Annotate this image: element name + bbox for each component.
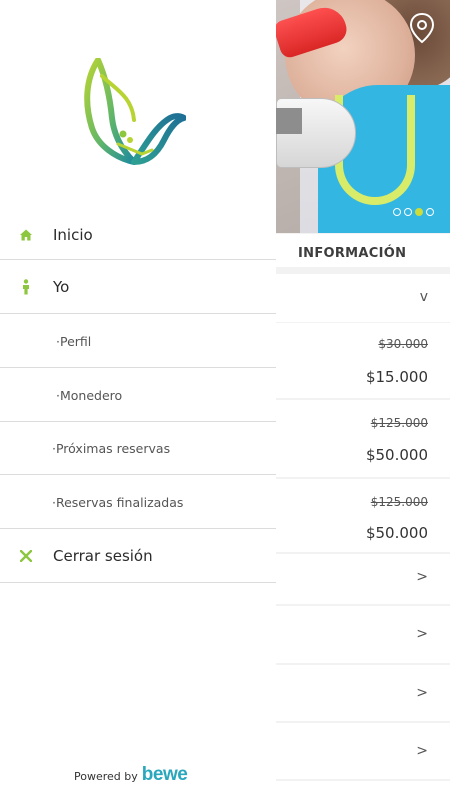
- link-row[interactable]: >: [276, 665, 450, 721]
- menu-label: ·Próximas reservas: [52, 441, 171, 456]
- offer-card[interactable]: $125.000 $50.000: [276, 479, 450, 552]
- old-price: $125.000: [370, 495, 428, 509]
- menu-item-monedero[interactable]: ·Monedero: [0, 369, 276, 422]
- chevron-down-icon[interactable]: v: [420, 289, 428, 305]
- home-icon: [18, 227, 34, 243]
- info-collapse-row[interactable]: v: [276, 274, 450, 322]
- chevron-right-icon[interactable]: >: [416, 626, 428, 642]
- menu-label: ·Perfil: [56, 333, 92, 349]
- carousel-dot[interactable]: [426, 208, 434, 216]
- new-price: $50.000: [365, 524, 428, 542]
- menu-item-proximas-reservas[interactable]: ·Próximas reservas: [0, 423, 276, 475]
- link-row[interactable]: >: [276, 723, 450, 779]
- powered-by-text: Powered by: [74, 770, 138, 783]
- offer-card[interactable]: $30.000 $15.000: [276, 323, 450, 398]
- carousel-indicator[interactable]: [393, 208, 434, 216]
- menu-label: Cerrar sesión: [53, 547, 153, 565]
- old-price: $125.000: [370, 416, 428, 430]
- bewe-logo[interactable]: bewe: [142, 764, 188, 786]
- link-row[interactable]: >: [276, 554, 450, 604]
- navigation-drawer: Inicio Yo ·Perfil ·Monedero ·Próximas re…: [0, 0, 276, 800]
- chevron-right-icon[interactable]: >: [416, 743, 428, 759]
- person-icon: [18, 279, 34, 295]
- link-row[interactable]: [276, 781, 450, 800]
- menu-item-inicio[interactable]: Inicio: [0, 211, 276, 260]
- menu-item-yo[interactable]: Yo: [0, 261, 276, 314]
- menu-item-cerrar-sesion[interactable]: Cerrar sesión: [0, 530, 276, 583]
- menu-item-reservas-finalizadas[interactable]: ·Reservas finalizadas: [0, 476, 276, 529]
- old-price: $30.000: [378, 337, 428, 351]
- new-price: $15.000: [365, 368, 428, 386]
- menu-item-perfil[interactable]: ·Perfil: [0, 315, 276, 368]
- menu-label: ·Reservas finalizadas: [52, 494, 184, 510]
- info-section-title: INFORMACIÓN: [298, 246, 407, 261]
- menu-label: Inicio: [53, 226, 93, 244]
- new-price: $50.000: [365, 446, 428, 464]
- location-pin-icon[interactable]: [408, 12, 436, 44]
- menu-label: Yo: [53, 278, 70, 296]
- chevron-right-icon[interactable]: >: [416, 685, 428, 701]
- close-icon: [18, 548, 34, 564]
- powered-by-footer[interactable]: Powered by bewe: [74, 764, 188, 786]
- carousel-dot[interactable]: [404, 208, 412, 216]
- menu-label: ·Monedero: [56, 387, 123, 403]
- carousel-dot[interactable]: [393, 208, 401, 216]
- link-row[interactable]: >: [276, 606, 450, 663]
- brand-logo: [84, 57, 187, 166]
- carousel-dot-active[interactable]: [415, 208, 423, 216]
- offer-card[interactable]: $125.000 $50.000: [276, 400, 450, 477]
- chevron-right-icon[interactable]: >: [416, 569, 428, 585]
